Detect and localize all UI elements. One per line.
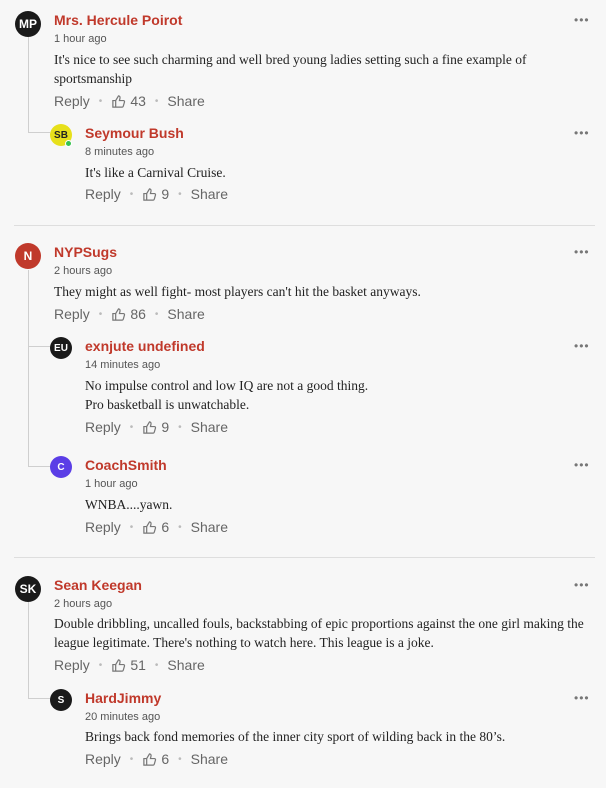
separator-dot: • (129, 753, 134, 765)
comment-text: Brings back fond memories of the inner c… (85, 729, 506, 744)
thumbs-up-icon (143, 752, 157, 766)
more-options-icon[interactable]: ••• (574, 691, 590, 705)
comment-timestamp: 20 minutes ago (85, 711, 161, 723)
reply-button[interactable]: Reply (85, 751, 121, 767)
comment-actions: Reply • 6 • Share (85, 751, 228, 767)
comment-reply: S HardJimmy 20 minutes ago Brings back f… (0, 0, 606, 780)
separator-dot: • (178, 753, 182, 765)
like-count: 6 (161, 751, 170, 767)
comment-author[interactable]: HardJimmy (85, 690, 161, 706)
avatar[interactable]: S (50, 689, 72, 711)
like-button[interactable]: 6 (142, 751, 169, 767)
share-button[interactable]: Share (191, 751, 228, 767)
